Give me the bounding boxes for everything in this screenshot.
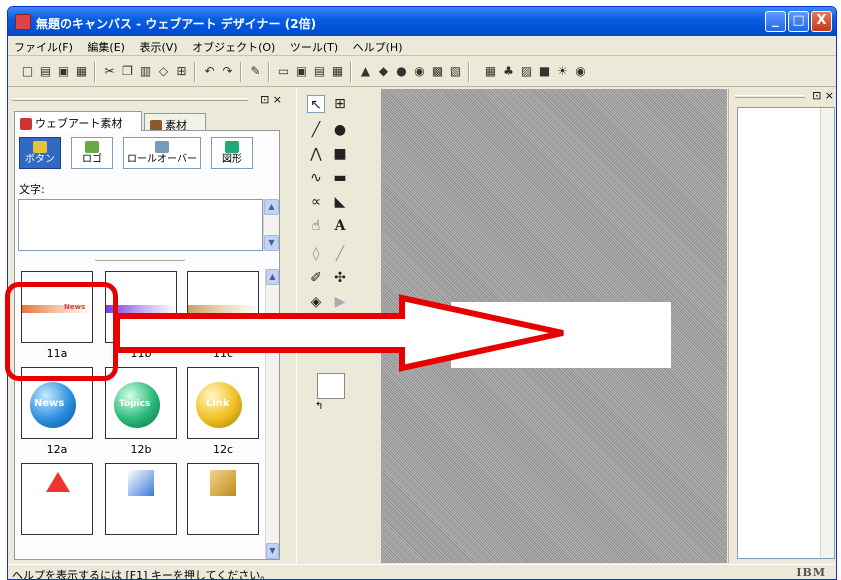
arrow-shape <box>114 294 564 372</box>
pointer-arrow <box>114 294 564 372</box>
